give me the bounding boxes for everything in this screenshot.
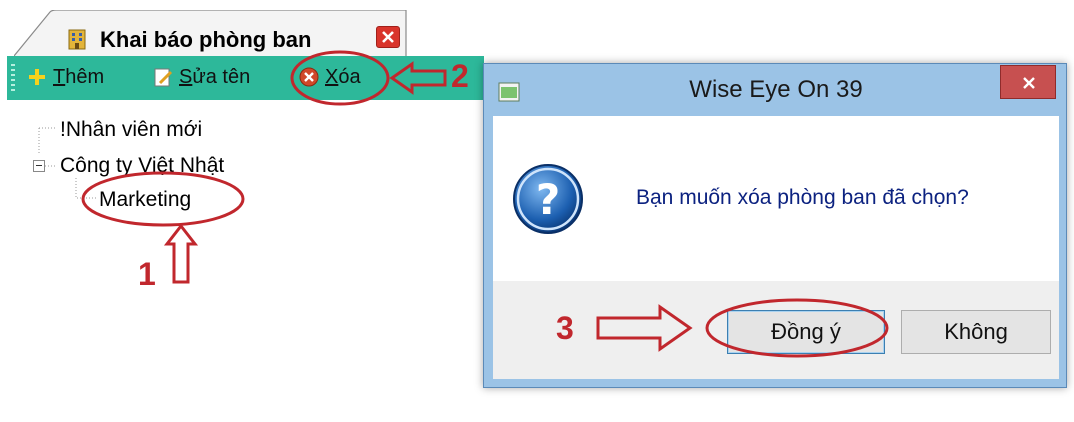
close-icon — [1022, 76, 1036, 90]
tab-khai-bao-phong-ban[interactable]: Khai báo phòng ban — [14, 10, 408, 56]
plus-icon — [27, 66, 47, 86]
edit-icon — [153, 66, 173, 87]
tab-close-button[interactable] — [376, 26, 400, 48]
tab-strip: Khai báo phòng ban — [0, 0, 1074, 56]
annotation-step-3: 3 — [556, 310, 574, 346]
toolbar-grip[interactable] — [11, 64, 15, 92]
add-label: hêm — [65, 66, 105, 88]
rename-label: ửa tên — [192, 66, 251, 88]
tree-node-new-employees[interactable]: !Nhân viên mới — [60, 117, 202, 143]
dialog-body: ? Bạn muốn xóa phòng ban đã chọn? — [493, 116, 1059, 281]
toolbar: Thêm Sửa tên Xóa — [7, 56, 484, 100]
delete-button[interactable]: Xóa — [299, 62, 361, 92]
close-icon — [381, 30, 395, 44]
tab-title: Khai báo phòng ban — [100, 27, 312, 52]
tree-lines — [38, 127, 96, 199]
tree-node-marketing[interactable]: Marketing — [99, 187, 191, 213]
delete-label: óa — [338, 66, 361, 88]
rename-label-mnemonic: S — [179, 66, 193, 88]
annotation-step-2: 2 — [451, 58, 469, 94]
svg-text:?: ? — [536, 175, 560, 224]
delete-label-mnemonic: X — [325, 66, 339, 88]
yes-button[interactable]: Đồng ý — [727, 310, 885, 354]
no-button[interactable]: Không — [901, 310, 1051, 354]
dialog-message: Bạn muốn xóa phòng ban đã chọn? — [636, 186, 969, 209]
add-label-mnemonic: T — [53, 66, 66, 88]
tree-expander-minus[interactable] — [33, 160, 45, 172]
add-button[interactable]: Thêm — [27, 62, 104, 92]
tree-node-company[interactable]: Công ty Việt Nhật — [60, 153, 224, 179]
delete-icon — [299, 66, 319, 87]
dialog-title: Wise Eye On 39 — [689, 76, 863, 103]
annotation-step-1: 1 — [138, 256, 156, 292]
rename-button[interactable]: Sửa tên — [153, 62, 250, 92]
dialog-footer: Đồng ý Không — [493, 281, 1059, 379]
department-tree: !Nhân viên mới Công ty Việt Nhật Marketi… — [0, 100, 480, 422]
question-icon: ? — [511, 162, 585, 236]
dialog-close-button[interactable] — [1000, 65, 1056, 99]
building-icon — [66, 28, 88, 50]
